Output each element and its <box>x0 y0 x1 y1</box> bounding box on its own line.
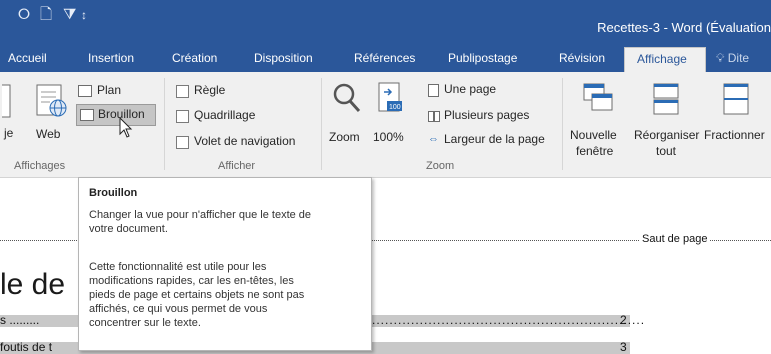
customize-icon[interactable]: ⧩ <box>63 6 76 24</box>
checkbox-box <box>176 110 189 123</box>
tooltip-line: concentrer sur le texte. <box>89 317 201 329</box>
toc-page-number: 2 <box>620 313 627 327</box>
dropdown-icon[interactable]: ↕ <box>81 6 87 24</box>
checkbox-label: Règle <box>194 83 226 97</box>
tab-affichage-label: Affichage <box>637 52 687 66</box>
tab-creation[interactable]: Création <box>172 51 217 65</box>
window-title: Recettes-3 - Word (Évaluation <box>597 20 771 35</box>
tooltip-line: affichés, ce qui vous permet de vous <box>89 303 268 315</box>
tooltip-line: Cette fonctionnalité est utile pour les <box>89 261 267 273</box>
page-width-label: Largeur de la page <box>444 132 545 146</box>
tell-me-search[interactable]: 💡︎ Dite <box>716 51 749 66</box>
print-layout-icon <box>2 84 11 118</box>
checkbox-volet-navigation[interactable]: Volet de navigation <box>176 134 316 152</box>
tab-disposition[interactable]: Disposition <box>254 51 313 65</box>
new-window-label-2: fenêtre <box>576 144 614 158</box>
checkbox-label: Volet de navigation <box>194 134 296 148</box>
svg-text:100: 100 <box>389 104 401 111</box>
lightbulb-icon: 💡︎ <box>716 51 725 65</box>
multiple-pages-icon-2 <box>434 111 440 122</box>
new-window-icon <box>583 83 613 111</box>
tooltip-line: pieds de page et certains objets ne sont… <box>89 289 305 301</box>
group-separator <box>562 78 563 170</box>
tab-revision[interactable]: Révision <box>559 51 605 65</box>
zoom-100-button[interactable]: 100 100% <box>370 80 410 152</box>
brouillon-button[interactable]: Brouillon <box>76 104 156 126</box>
split-icon <box>723 83 749 115</box>
one-page-icon <box>428 84 439 97</box>
web-label: Web <box>36 127 61 141</box>
arrange-all-icon <box>653 83 679 115</box>
group-label-zoom: Zoom <box>426 160 455 172</box>
toc-page-number: 3 <box>620 340 627 354</box>
new-window-button[interactable]: Nouvelle fenêtre <box>568 78 630 158</box>
group-label-afficher: Afficher <box>218 160 256 172</box>
tooltip-line: Changer la vue pour n'afficher que le te… <box>89 209 312 221</box>
tab-insertion[interactable]: Insertion <box>88 51 134 65</box>
split-label: Fractionner <box>704 128 765 142</box>
tooltip-brouillon: Brouillon Changer la vue pour n'afficher… <box>78 177 372 351</box>
tooltip-line: modifications rapides, car les en-têtes,… <box>89 275 294 287</box>
toc-entry-text: foutis de t <box>0 340 53 354</box>
checkbox-label: Quadrillage <box>194 108 256 122</box>
arrange-all-label-1: Réorganiser <box>634 128 700 142</box>
draft-icon <box>80 109 94 121</box>
toc-leader: ........................................… <box>372 313 646 327</box>
tab-affichage[interactable]: Affichage <box>624 47 706 72</box>
tooltip-line: votre document. <box>89 223 168 235</box>
zoom-100-icon: 100 <box>378 82 402 112</box>
zoom-label: Zoom <box>329 130 360 144</box>
group-separator <box>164 78 165 170</box>
mouse-cursor-icon <box>119 117 133 138</box>
zoom-button[interactable]: Zoom <box>326 80 368 152</box>
arrange-all-button[interactable]: Réorganiser tout <box>632 78 704 158</box>
checkbox-box <box>176 85 189 98</box>
checkbox-box <box>176 136 189 149</box>
ribbon-panel: je Web Plan Brouillon Affichages Règle Q… <box>0 72 771 178</box>
tell-me-label: Dite <box>727 51 750 65</box>
page-break-label: Saut de page <box>640 233 710 245</box>
checkbox-quadrillage[interactable]: Quadrillage <box>176 108 316 126</box>
multiple-pages-label: Plusieurs pages <box>444 108 530 122</box>
tab-publipostage[interactable]: Publipostage <box>448 51 517 65</box>
checkbox-regle[interactable]: Règle <box>176 83 316 101</box>
web-layout-button[interactable]: Web <box>30 80 74 150</box>
new-document-icon[interactable]: 🗋 <box>40 6 52 24</box>
one-page-button[interactable]: Une page <box>428 82 548 100</box>
views-partial-label: je <box>4 126 14 140</box>
web-layout-icon <box>36 84 67 117</box>
split-button[interactable]: Fractionner <box>704 78 771 158</box>
group-label-affichages: Affichages <box>14 160 66 172</box>
arrange-all-label-2: tout <box>656 144 677 158</box>
plan-button[interactable]: Plan <box>78 83 148 101</box>
magnifier-icon <box>333 83 361 113</box>
toc-entry-text: s ......... <box>0 313 40 327</box>
zoom-100-label: 100% <box>373 130 404 144</box>
tab-references[interactable]: Références <box>354 51 415 65</box>
plan-label: Plan <box>97 83 122 97</box>
outline-icon <box>78 85 92 97</box>
multiple-pages-button[interactable]: Plusieurs pages <box>428 108 558 126</box>
title-bar: ⭘ 🗋 ⧩ ↕ Recettes-3 - Word (Évaluation <box>0 0 771 46</box>
document-heading: le de <box>0 268 66 301</box>
page-width-icon: ⇔ <box>428 133 439 145</box>
save-icon[interactable]: ⭘ <box>18 6 30 24</box>
tab-accueil[interactable]: Accueil <box>8 51 47 65</box>
page-width-button[interactable]: ⇔ Largeur de la page <box>428 132 568 150</box>
one-page-label: Une page <box>444 82 497 96</box>
new-window-label-1: Nouvelle <box>570 128 617 142</box>
tooltip-title: Brouillon <box>89 187 138 199</box>
group-separator <box>321 78 322 170</box>
